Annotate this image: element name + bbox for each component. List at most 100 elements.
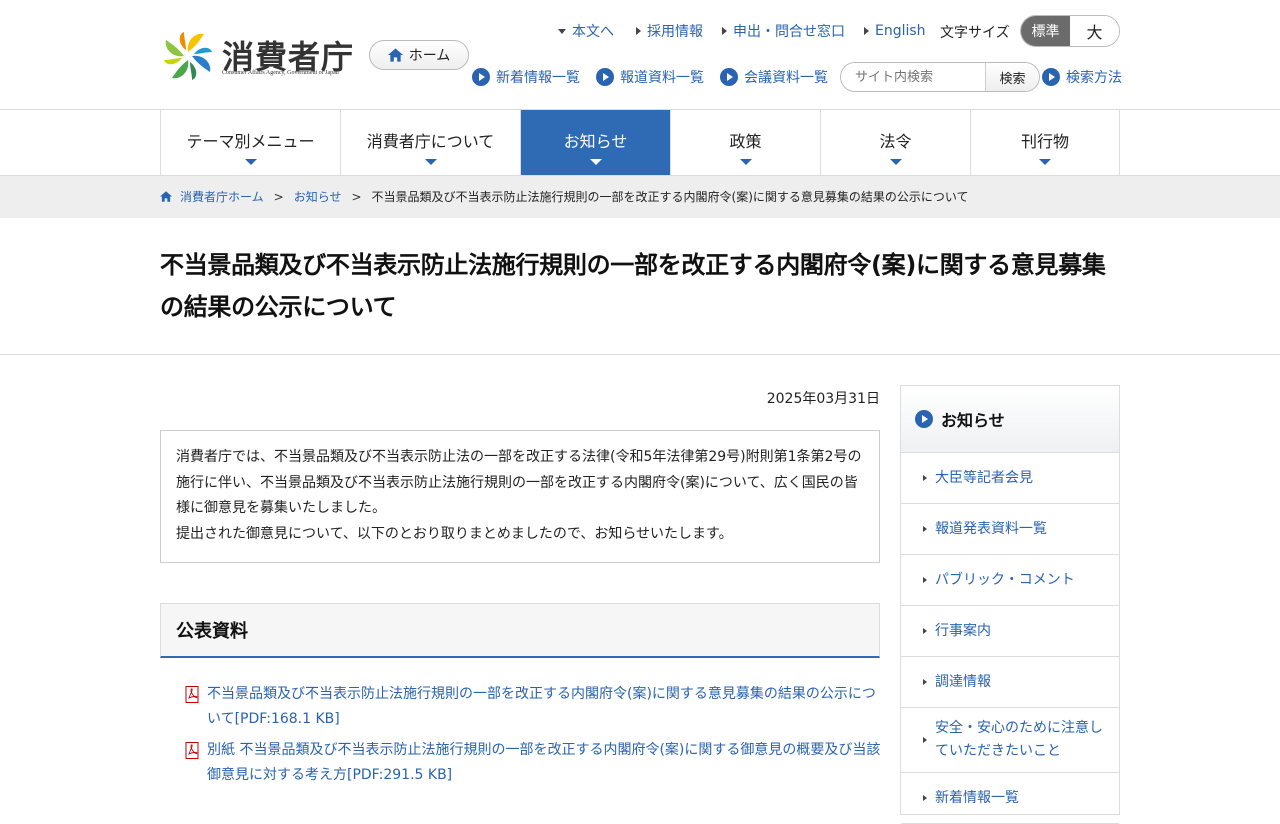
page-title: 不当景品類及び不当表示防止法施行規則の一部を改正する内閣府令(案)に関する意見募… — [160, 251, 1106, 321]
arrow-circle-icon — [472, 68, 490, 86]
publish-date: 2025年03月31日 — [766, 391, 880, 407]
recruit-link[interactable]: 採用情報 — [636, 20, 703, 42]
home-button[interactable]: ホーム — [369, 40, 469, 70]
font-size-label: 文字サイズ — [940, 25, 1010, 41]
news-list-link[interactable]: 新着情報一覧 — [472, 66, 580, 88]
document-item: 不当景品類及び不当表示防止法施行規則の一部を改正する内閣府令(案)に関する意見募… — [184, 682, 884, 732]
nav-policy[interactable]: 政策 — [671, 110, 821, 176]
logo-mark-icon — [164, 32, 212, 80]
document-item: 別紙 不当景品類及び不当表示防止法施行規則の一部を改正する内閣府令(案)に関する… — [184, 738, 884, 788]
inquiry-label: 申出・問合せ窓口 — [733, 24, 845, 40]
news-list-label: 新着情報一覧 — [496, 70, 580, 86]
search-help-label: 検索方法 — [1066, 70, 1122, 86]
global-nav: テーマ別メニュー 消費者庁について お知らせ 政策 法令 刊行物 — [160, 110, 1120, 176]
sidebar-item-press-releases[interactable]: 報道発表資料一覧 — [901, 504, 1119, 555]
sidebar-item-label: 報道発表資料一覧 — [935, 520, 1047, 537]
chevron-down-icon — [1039, 159, 1051, 165]
sidebar: お知らせ 大臣等記者会見 報道発表資料一覧 パブリック・コメント 行事案内 調達… — [900, 385, 1120, 824]
document-link[interactable]: 不当景品類及び不当表示防止法施行規則の一部を改正する内閣府令(案)に関する意見募… — [207, 682, 884, 732]
nav-item-label: お知らせ — [563, 132, 628, 151]
caret-right-icon — [923, 526, 927, 532]
caret-down-icon — [558, 28, 566, 34]
english-label: English — [875, 23, 926, 39]
font-size-standard-button[interactable]: 標準 — [1021, 16, 1070, 46]
title-divider — [0, 354, 1280, 355]
caret-right-icon — [722, 27, 727, 35]
logo-subtitle: Consumer Affairs Agency, Government of J… — [222, 70, 339, 76]
home-button-label: ホーム — [408, 48, 451, 64]
caret-right-icon — [923, 628, 927, 634]
sidebar-item-procurement[interactable]: 調達情報 — [901, 657, 1119, 708]
press-list-label: 報道資料一覧 — [620, 70, 704, 86]
arrow-circle-icon — [720, 68, 738, 86]
arrow-circle-icon — [915, 410, 933, 428]
nav-about[interactable]: 消費者庁について — [341, 110, 521, 176]
sidebar-item-events[interactable]: 行事案内 — [901, 606, 1119, 657]
document-link[interactable]: 別紙 不当景品類及び不当表示防止法施行規則の一部を改正する内閣府令(案)に関する… — [207, 738, 884, 788]
nav-item-label: 消費者庁について — [366, 132, 495, 151]
intro-paragraph: 提出された御意見について、以下のとおり取りまとめましたので、お知らせいたします。 — [176, 525, 733, 542]
caret-right-icon — [923, 475, 927, 481]
document-list: 不当景品類及び不当表示防止法施行規則の一部を改正する内閣府令(案)に関する意見募… — [184, 682, 884, 794]
breadcrumb: 消費者庁ホーム > お知らせ > 不当景品類及び不当表示防止法施行規則の一部を改… — [0, 176, 1280, 218]
sidebar-item-label: 新着情報一覧 — [935, 789, 1019, 806]
sidebar-item-label: 調達情報 — [935, 673, 991, 690]
font-size-large-button[interactable]: 大 — [1070, 16, 1119, 46]
sidebar-item-label: 行事案内 — [935, 622, 991, 639]
nav-item-label: 刊行物 — [1020, 132, 1069, 151]
skip-to-content-label: 本文へ — [572, 24, 614, 40]
recruit-label: 採用情報 — [647, 24, 703, 40]
chevron-down-icon — [739, 159, 752, 165]
caret-right-icon — [923, 577, 927, 583]
site-logo[interactable]: 消費者庁 Consumer Affairs Agency, Government… — [160, 30, 353, 82]
chevron-down-icon — [244, 159, 257, 165]
nav-theme-menu[interactable]: テーマ別メニュー — [161, 110, 341, 176]
meeting-list-label: 会議資料一覧 — [744, 70, 828, 86]
sidebar-item-whats-new[interactable]: 新着情報一覧 — [901, 773, 1119, 824]
arrow-circle-icon — [1042, 68, 1060, 86]
chevron-down-icon — [589, 159, 602, 165]
breadcrumb-current: 不当景品類及び不当表示防止法施行規則の一部を改正する内閣府令(案)に関する意見募… — [371, 190, 969, 204]
nav-item-label: 法令 — [879, 132, 912, 151]
chevron-down-icon — [889, 159, 902, 165]
breadcrumb-home-link[interactable]: 消費者庁ホーム — [180, 188, 264, 205]
caret-right-icon — [923, 795, 927, 801]
home-icon — [160, 191, 172, 202]
home-icon — [387, 48, 403, 62]
english-link[interactable]: English — [864, 20, 926, 42]
pdf-icon — [185, 742, 199, 759]
nav-item-label: テーマ別メニュー — [186, 132, 315, 151]
intro-paragraph: 消費者庁では、不当景品類及び不当表示防止法の一部を改正する法律(令和5年法律第2… — [176, 449, 862, 516]
breadcrumb-separator: > — [351, 189, 362, 204]
search-input[interactable] — [841, 63, 985, 91]
nav-news[interactable]: お知らせ — [521, 110, 671, 176]
breadcrumb-parent-link[interactable]: お知らせ — [294, 188, 342, 205]
arrow-circle-icon — [596, 68, 614, 86]
section-heading: 公表資料 — [160, 603, 880, 658]
chevron-down-icon — [424, 159, 437, 165]
site-search: 検索 — [840, 62, 1040, 92]
font-size-switch: 標準 大 — [1020, 15, 1120, 47]
pdf-icon — [185, 686, 199, 703]
press-list-link[interactable]: 報道資料一覧 — [596, 66, 704, 88]
sidebar-item-safety[interactable]: 安全・安心のために注意していただきたいこと — [901, 708, 1119, 773]
sidebar-item-public-comment[interactable]: パブリック・コメント — [901, 555, 1119, 606]
search-help-link[interactable]: 検索方法 — [1042, 66, 1122, 88]
breadcrumb-separator: > — [273, 189, 284, 204]
sidebar-title: お知らせ — [941, 411, 1005, 430]
sidebar-item-label: 安全・安心のために注意していただきたいこと — [935, 720, 1103, 759]
nav-publications[interactable]: 刊行物 — [971, 110, 1120, 176]
inquiry-link[interactable]: 申出・問合せ窓口 — [722, 20, 845, 42]
meeting-list-link[interactable]: 会議資料一覧 — [720, 66, 828, 88]
nav-law[interactable]: 法令 — [821, 110, 971, 176]
skip-to-content-link[interactable]: 本文へ — [558, 20, 614, 42]
search-button[interactable]: 検索 — [985, 63, 1039, 91]
sidebar-item-press-conference[interactable]: 大臣等記者会見 — [901, 453, 1119, 504]
sidebar-item-label: 大臣等記者会見 — [935, 469, 1033, 486]
site-header: 消費者庁 Consumer Affairs Agency, Government… — [0, 0, 1280, 110]
sidebar-item-label: パブリック・コメント — [935, 571, 1075, 588]
intro-box: 消費者庁では、不当景品類及び不当表示防止法の一部を改正する法律(令和5年法律第2… — [160, 430, 880, 563]
caret-right-icon — [636, 27, 641, 35]
caret-right-icon — [864, 27, 869, 35]
sidebar-heading: お知らせ — [901, 386, 1119, 453]
